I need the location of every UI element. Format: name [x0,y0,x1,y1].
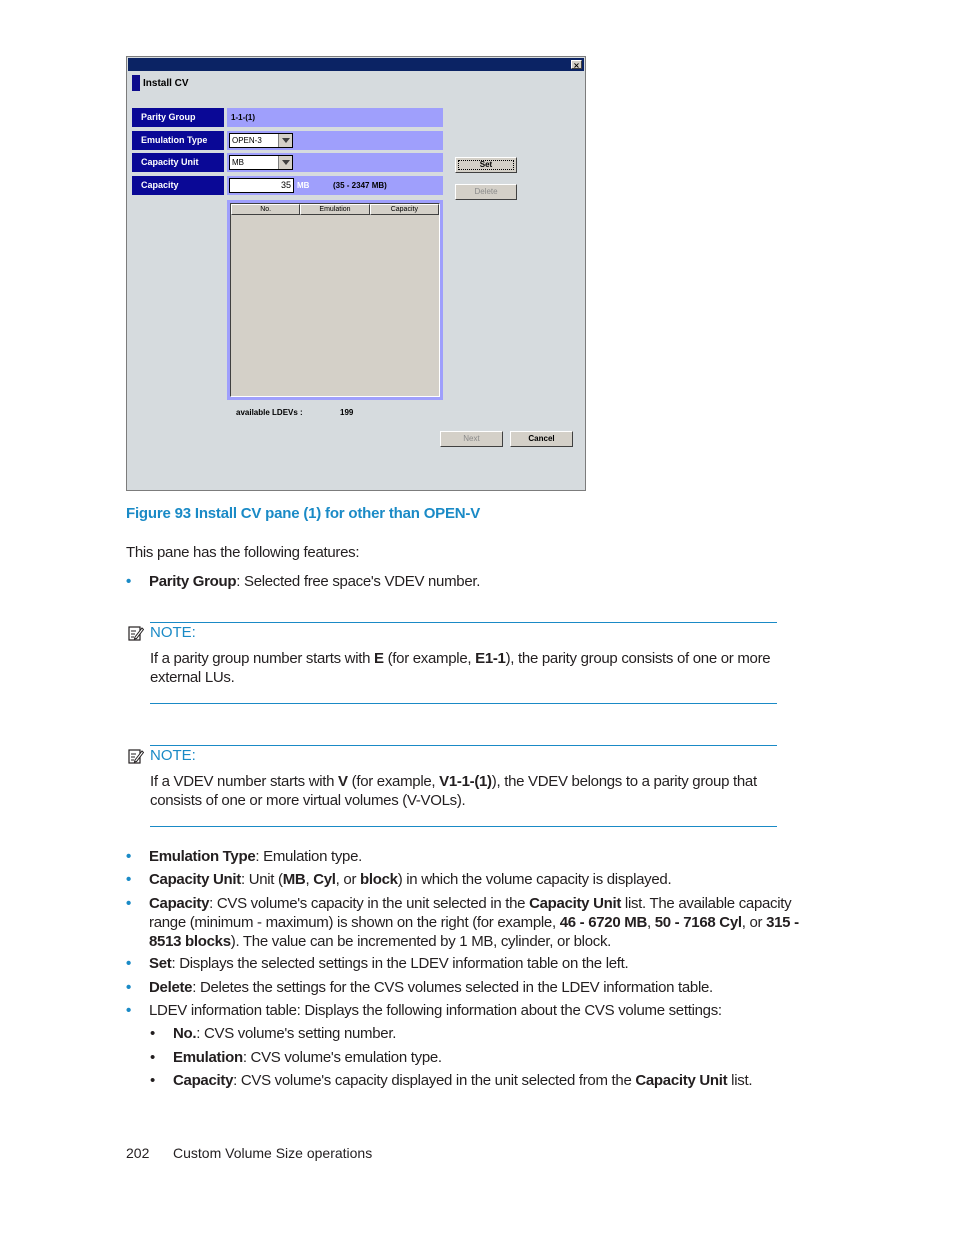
dialog-titlebar: × [128,58,584,71]
chevron-down-icon[interactable] [278,134,292,147]
list-item-parity-group: • Parity Group: Selected free space's VD… [126,572,806,591]
bullet-icon: • [126,979,131,996]
capacity-unit-value: MB [232,158,244,167]
bullet-icon: • [150,1025,155,1042]
note-rule-top [150,622,777,623]
ldev-table-frame: No. Emulation Capacity [227,200,443,400]
capacity-unit-text: MB [297,181,310,190]
emulation-type-label: Emulation Type [132,131,224,150]
description: : CVS volume's setting number. [196,1025,397,1042]
note-label: NOTE: [150,624,196,641]
description: : CVS volume's emulation type. [242,1049,442,1066]
column-header-no[interactable]: No. [231,204,301,215]
bullet-icon: • [150,1072,155,1089]
note-rule-bottom [150,703,777,704]
description: : Emulation type. [255,848,362,865]
note-text: If a VDEV number starts with V (for exam… [150,773,757,809]
bullet-icon: • [126,895,131,912]
term: Emulation [173,1049,243,1066]
note-pencil-icon [128,626,144,641]
term: No. [173,1025,197,1042]
capacity-row: 35 MB (35 - 2347 MB) [227,176,443,195]
description: : Displays the selected settings in the … [171,955,629,972]
term: Capacity [173,1072,234,1089]
capacity-unit-row: MB [227,153,443,172]
set-button[interactable]: Set [455,157,517,173]
list-item-emulation-type: • Emulation Type: Emulation type. [126,847,806,866]
page-number: 202 [126,1145,150,1161]
description: : Deletes the settings for the CVS volum… [192,979,713,996]
note-text: If a parity group number starts with E (… [150,650,771,686]
term: Delete [149,979,193,996]
term: Parity Group [149,573,237,590]
emulation-type-select[interactable]: OPEN-3 [229,133,293,148]
bullet-icon: • [150,1049,155,1066]
focus-ring [458,160,514,170]
note-label: NOTE: [150,747,196,764]
list-item-set: • Set: Displays the selected settings in… [126,954,806,973]
column-header-emulation[interactable]: Emulation [300,204,370,215]
list-item-capacity-unit: • Capacity Unit: Unit (MB, Cyl, or block… [126,871,672,888]
pane-title: Install CV [132,74,189,92]
note-box-1: NOTE: If a parity group number starts wi… [126,622,777,704]
available-ldevs-value: 199 [340,408,354,417]
figure-caption: Figure 93 Install CV pane (1) for other … [126,505,481,522]
bullet-icon: • [126,955,131,972]
pane-title-text: Install CV [143,77,189,89]
next-button[interactable]: Next [440,431,503,447]
chevron-down-icon[interactable] [278,156,292,169]
column-header-capacity[interactable]: Capacity [369,204,439,215]
term: Emulation Type [149,848,256,865]
capacity-input[interactable]: 35 [229,178,294,193]
sub-item-no: • No.: CVS volume's setting number. [150,1024,810,1043]
ldev-table-header: No. Emulation Capacity [231,204,439,215]
capacity-unit-label: Capacity Unit [132,153,224,172]
list-item-delete: • Delete: Deletes the settings for the C… [126,978,806,997]
emulation-type-value: OPEN-3 [232,136,262,145]
sub-item-capacity: • Capacity: CVS volume's capacity displa… [150,1072,753,1089]
term: Capacity Unit [149,871,241,888]
sub-item-emulation: • Emulation: CVS volume's emulation type… [150,1048,810,1067]
capacity-unit-select[interactable]: MB [229,155,293,170]
emulation-type-row: OPEN-3 [227,131,443,150]
bullet-icon: • [126,848,131,865]
note-pencil-icon [128,749,144,764]
capacity-label: Capacity [132,176,224,195]
description: : Selected free space's VDEV number. [236,573,481,590]
list-item-capacity: • Capacity: CVS volume's capacity in the… [126,895,799,950]
delete-button[interactable]: Delete [455,184,517,200]
title-marker-icon [132,75,140,91]
list-item-ldev-table: • LDEV information table: Displays the f… [126,1001,806,1020]
close-icon[interactable]: × [571,60,582,70]
footer-section-title: Custom Volume Size operations [173,1145,373,1161]
description: LDEV information table: Displays the fol… [149,1002,722,1019]
intro-text: This pane has the following features: [126,544,360,561]
parity-group-label: Parity Group [132,108,224,127]
note-rule-bottom [150,826,777,827]
term: Set [149,955,172,972]
bullet-icon: • [126,573,131,590]
ldev-table[interactable]: No. Emulation Capacity [230,203,440,397]
bullet-icon: • [126,1002,131,1019]
available-ldevs-label: available LDEVs : [236,408,303,417]
capacity-range: (35 - 2347 MB) [333,181,387,190]
note-box-2: NOTE: If a VDEV number starts with V (fo… [126,745,777,827]
cancel-button[interactable]: Cancel [510,431,573,447]
bullet-icon: • [126,871,131,888]
note-rule-top [150,745,777,746]
install-cv-dialog: × Install CV Parity Group 1-1-(1) Emulat… [126,56,586,491]
term: Capacity [149,895,210,912]
parity-group-value: 1-1-(1) [227,108,443,127]
